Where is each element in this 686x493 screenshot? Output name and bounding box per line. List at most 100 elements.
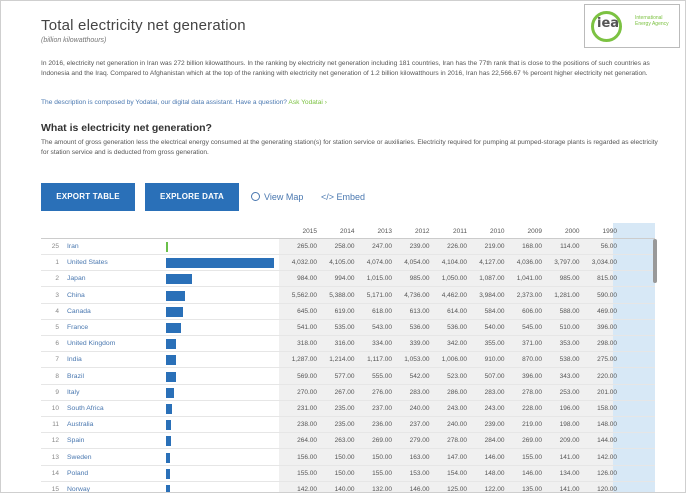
export-table-button[interactable]: EXPORT TABLE <box>41 183 135 211</box>
value-cell: 590.00 <box>597 291 617 299</box>
country-link[interactable]: Sweden <box>67 454 92 461</box>
embed-link[interactable]: </> Embed <box>321 192 365 202</box>
value-cell: 298.00 <box>597 340 617 348</box>
table-scrollbar[interactable] <box>653 239 657 283</box>
country-link[interactable]: Norway <box>67 486 90 492</box>
value-bar <box>166 436 172 447</box>
table-row[interactable]: 1 United States 4,032.00 4,105.00 4,074.00 4,… <box>41 255 655 272</box>
value-cell: 469.00 <box>597 307 617 315</box>
value-cell: 158.00 <box>597 405 617 412</box>
country-link[interactable]: Iran <box>67 243 79 250</box>
table-row[interactable]: 2 Japan 984.00 994.00 1,015.00 985.00 1,050.00… <box>41 271 655 288</box>
rank-cell: 5 <box>55 324 59 331</box>
table-row[interactable]: 15 Norway 142.00 140.00 132.00 146.00 125.00 12… <box>41 482 655 493</box>
table-row[interactable]: 4 Canada 645.00 619.00 618.00 613.00 614.00 584… <box>41 304 655 320</box>
value-bar <box>166 339 176 350</box>
value-cell: 220.00 <box>597 372 617 380</box>
rank-cell: 12 <box>51 437 59 445</box>
country-link[interactable]: Canada <box>67 308 91 315</box>
rank-cell: 8 <box>55 372 59 380</box>
value-cell: 275.00 <box>597 356 617 364</box>
page-subtitle: (billion kilowatthours) <box>41 37 107 44</box>
ask-yodatai-link[interactable]: Ask Yodatai › <box>288 99 327 106</box>
definition-text: The amount of gross generation less the … <box>41 139 658 156</box>
rank-cell: 15 <box>51 486 59 493</box>
rank-cell: 4 <box>55 307 59 315</box>
country-link[interactable]: United States <box>67 259 108 266</box>
view-map-label: View Map <box>264 192 304 202</box>
value-cell: 815.00 <box>597 275 617 283</box>
rank-cell: 10 <box>51 405 59 412</box>
value-cell: 396.00 <box>597 324 617 331</box>
value-bar <box>166 290 186 301</box>
table-row[interactable]: 8 Brazil 569.00 577.00 555.00 542.00 523.00 507… <box>41 369 655 385</box>
page-title: Total electricity net generation <box>41 17 246 34</box>
logo-tagline: International Energy Agency <box>635 15 669 27</box>
value-cell: 201.00 <box>597 388 617 396</box>
table-row[interactable]: 6 United Kingdom 318.00 316.00 334.00 339.00 3… <box>41 336 655 353</box>
value-bar <box>166 452 171 463</box>
table-row[interactable]: 7 India 1,287.00 1,214.00 1,117.00 1,053.00 1,… <box>41 352 655 369</box>
country-link[interactable]: South Africa <box>67 405 104 412</box>
explore-data-button[interactable]: EXPLORE DATA <box>145 183 239 211</box>
rank-cell: 14 <box>51 469 59 477</box>
country-link[interactable]: Australia <box>67 421 93 428</box>
data-table: 2015 2014 2013 2012 2011 2010 2009 2000 1990 25 I… <box>41 223 661 493</box>
globe-icon <box>251 192 260 201</box>
value-bar <box>166 387 174 398</box>
table-row[interactable]: 12 Spain 264.00 263.00 269.00 279.00 278.00 284… <box>41 433 655 450</box>
iea-logo[interactable]: iea International Energy Agency <box>584 4 680 48</box>
value-cell: 142.00 <box>597 453 617 461</box>
value-bar <box>166 420 172 431</box>
value-cell: 3,034.00 <box>591 259 617 267</box>
page-frame: Total electricity net generation (billio… <box>0 0 686 493</box>
value-cell: 144.00 <box>597 437 617 445</box>
value-bar <box>166 404 173 414</box>
table-row[interactable]: 3 China 5,562.00 5,388.00 5,171.00 4,736.00 4,… <box>41 288 655 304</box>
country-link[interactable]: China <box>67 292 85 299</box>
value-cell: 56.00 <box>600 243 617 250</box>
table-row[interactable]: 13 Sweden 156.00 150.00 150.00 163.00 147.00 14… <box>41 450 655 466</box>
rank-cell: 13 <box>51 453 59 461</box>
value-bar <box>166 306 184 317</box>
country-link[interactable]: Poland <box>67 470 88 477</box>
rank-cell: 3 <box>55 291 59 299</box>
year-header[interactable]: 1990 <box>569 228 617 235</box>
value-bar <box>166 468 171 479</box>
country-link[interactable]: Spain <box>67 437 84 444</box>
value-bar <box>166 274 192 285</box>
table-row[interactable]: 9 Italy 270.00 267.00 276.00 283.00 286.00 283.… <box>41 385 655 401</box>
country-link[interactable]: Japan <box>67 275 86 282</box>
rank-cell: 6 <box>55 340 59 348</box>
value-bar <box>166 355 176 366</box>
value-cell: 120.00 <box>597 486 617 493</box>
rank-cell: 2 <box>55 275 59 283</box>
value-bar <box>166 258 274 269</box>
rank-cell: 25 <box>51 243 59 250</box>
rank-cell: 7 <box>55 356 59 364</box>
rank-cell: 9 <box>55 388 59 396</box>
country-link[interactable]: Italy <box>67 389 79 396</box>
country-link[interactable]: India <box>67 356 82 363</box>
table-row[interactable]: 11 Australia 238.00 235.00 236.00 237.00 240.0… <box>41 417 655 434</box>
table-header: 2015 2014 2013 2012 2011 2010 2009 2000 1990 <box>41 223 655 239</box>
view-map-link[interactable]: View Map <box>251 192 303 202</box>
country-link[interactable]: France <box>67 324 88 331</box>
table-row[interactable]: 10 South Africa 231.00 235.00 237.00 240.00 24… <box>41 401 655 417</box>
value-bar <box>166 485 171 492</box>
country-link[interactable]: United Kingdom <box>67 340 115 347</box>
country-link[interactable]: Brazil <box>67 373 84 380</box>
table-row[interactable]: 25 Iran 265.00 258.00 247.00 239.00 226.00 219.… <box>41 239 655 255</box>
value-bar <box>166 242 168 252</box>
value-cell: 148.00 <box>597 421 617 429</box>
table-row[interactable]: 14 Poland 155.00 150.00 155.00 153.00 154.00 14… <box>41 466 655 482</box>
value-cell: 126.00 <box>597 469 617 477</box>
composed-by-text: The description is composed by Yodatai, … <box>41 99 287 106</box>
definition-heading: What is electricity net generation? <box>41 122 212 134</box>
logo-text: iea <box>597 16 620 31</box>
table-row[interactable]: 5 France 541.00 535.00 543.00 536.00 536.00 540… <box>41 320 655 336</box>
value-bar <box>166 323 182 333</box>
value-bar <box>166 371 176 382</box>
rank-cell: 1 <box>55 259 59 267</box>
composed-by-note: The description is composed by Yodatai, … <box>41 98 661 108</box>
